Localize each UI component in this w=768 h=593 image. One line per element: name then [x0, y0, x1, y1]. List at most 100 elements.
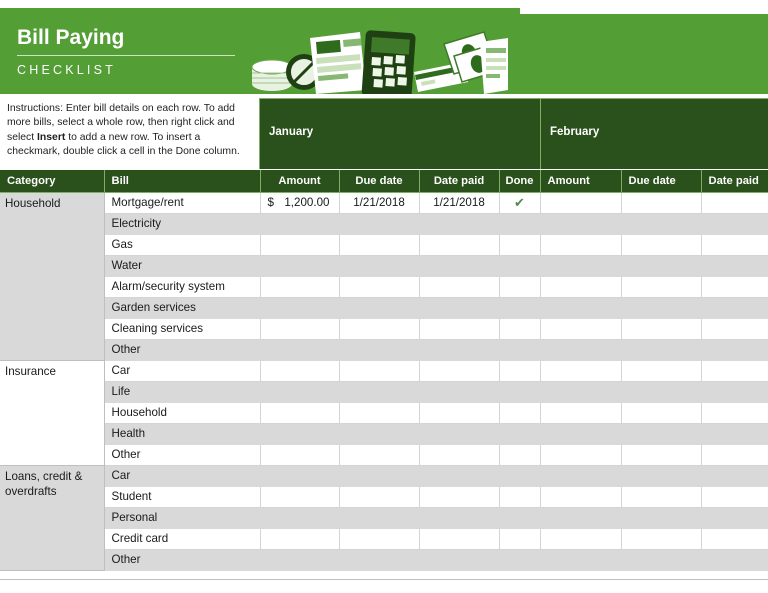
jan-date-paid-cell[interactable] — [419, 507, 500, 529]
jan-done-cell[interactable] — [499, 507, 541, 529]
bill-cell[interactable]: Car — [104, 465, 261, 487]
jan-amount-cell[interactable]: $1,200.00 — [260, 192, 340, 214]
jan-amount-cell[interactable] — [260, 549, 340, 571]
jan-amount-cell[interactable] — [260, 213, 340, 235]
feb-amount-cell[interactable] — [540, 402, 622, 424]
jan-amount-cell[interactable] — [260, 402, 340, 424]
jan-amount-cell[interactable] — [260, 318, 340, 340]
feb-amount-cell[interactable] — [540, 549, 622, 571]
feb-amount-cell[interactable] — [540, 192, 622, 214]
jan-due-date-cell[interactable] — [339, 255, 420, 277]
feb-date-paid-cell[interactable] — [701, 486, 768, 508]
jan-done-cell[interactable] — [499, 528, 541, 550]
jan-done-cell[interactable] — [499, 381, 541, 403]
column-header-jan-done[interactable]: Done — [499, 170, 541, 193]
column-header-feb-due-date[interactable]: Due date — [621, 170, 702, 193]
jan-date-paid-cell[interactable] — [419, 234, 500, 256]
feb-date-paid-cell[interactable] — [701, 276, 768, 298]
jan-done-cell[interactable] — [499, 318, 541, 340]
jan-date-paid-cell[interactable]: 1/21/2018 — [419, 192, 500, 214]
feb-due-date-cell[interactable] — [621, 192, 702, 214]
column-header-jan-amount[interactable]: Amount — [260, 170, 340, 193]
jan-due-date-cell[interactable] — [339, 297, 420, 319]
column-header-category[interactable]: Category — [0, 170, 105, 193]
jan-done-cell[interactable] — [499, 234, 541, 256]
category-cell[interactable]: Loans, credit & overdrafts — [0, 465, 105, 571]
jan-done-cell[interactable] — [499, 297, 541, 319]
feb-date-paid-cell[interactable] — [701, 423, 768, 445]
feb-date-paid-cell[interactable] — [701, 297, 768, 319]
jan-done-cell[interactable]: ✔ — [499, 192, 541, 214]
bill-cell[interactable]: Household — [104, 402, 261, 424]
bill-cell[interactable]: Other — [104, 339, 261, 361]
jan-amount-cell[interactable] — [260, 465, 340, 487]
feb-due-date-cell[interactable] — [621, 486, 702, 508]
jan-date-paid-cell[interactable] — [419, 402, 500, 424]
feb-amount-cell[interactable] — [540, 360, 622, 382]
jan-date-paid-cell[interactable] — [419, 339, 500, 361]
bill-cell[interactable]: Cleaning services — [104, 318, 261, 340]
bill-cell[interactable]: Mortgage/rent — [104, 192, 261, 214]
feb-date-paid-cell[interactable] — [701, 255, 768, 277]
jan-done-cell[interactable] — [499, 339, 541, 361]
feb-date-paid-cell[interactable] — [701, 234, 768, 256]
jan-date-paid-cell[interactable] — [419, 255, 500, 277]
bill-cell[interactable]: Other — [104, 444, 261, 466]
jan-done-cell[interactable] — [499, 486, 541, 508]
feb-amount-cell[interactable] — [540, 339, 622, 361]
jan-due-date-cell[interactable] — [339, 549, 420, 571]
feb-amount-cell[interactable] — [540, 234, 622, 256]
bill-cell[interactable]: Credit card — [104, 528, 261, 550]
feb-amount-cell[interactable] — [540, 444, 622, 466]
feb-due-date-cell[interactable] — [621, 318, 702, 340]
feb-due-date-cell[interactable] — [621, 507, 702, 529]
feb-due-date-cell[interactable] — [621, 549, 702, 571]
feb-due-date-cell[interactable] — [621, 444, 702, 466]
jan-amount-cell[interactable] — [260, 255, 340, 277]
column-header-feb-date-paid[interactable]: Date paid — [701, 170, 768, 193]
feb-date-paid-cell[interactable] — [701, 549, 768, 571]
feb-date-paid-cell[interactable] — [701, 381, 768, 403]
jan-due-date-cell[interactable] — [339, 276, 420, 298]
bill-cell[interactable]: Other — [104, 549, 261, 571]
feb-date-paid-cell[interactable] — [701, 360, 768, 382]
feb-amount-cell[interactable] — [540, 213, 622, 235]
feb-amount-cell[interactable] — [540, 297, 622, 319]
feb-amount-cell[interactable] — [540, 486, 622, 508]
feb-date-paid-cell[interactable] — [701, 528, 768, 550]
jan-due-date-cell[interactable] — [339, 486, 420, 508]
jan-date-paid-cell[interactable] — [419, 549, 500, 571]
jan-done-cell[interactable] — [499, 402, 541, 424]
feb-due-date-cell[interactable] — [621, 255, 702, 277]
column-header-bill[interactable]: Bill — [104, 170, 261, 193]
bill-cell[interactable]: Student — [104, 486, 261, 508]
feb-date-paid-cell[interactable] — [701, 507, 768, 529]
bill-cell[interactable]: Alarm/security system — [104, 276, 261, 298]
jan-due-date-cell[interactable] — [339, 465, 420, 487]
jan-amount-cell[interactable] — [260, 381, 340, 403]
feb-amount-cell[interactable] — [540, 528, 622, 550]
feb-date-paid-cell[interactable] — [701, 465, 768, 487]
feb-due-date-cell[interactable] — [621, 213, 702, 235]
jan-date-paid-cell[interactable] — [419, 297, 500, 319]
feb-date-paid-cell[interactable] — [701, 318, 768, 340]
jan-date-paid-cell[interactable] — [419, 360, 500, 382]
feb-due-date-cell[interactable] — [621, 234, 702, 256]
jan-date-paid-cell[interactable] — [419, 381, 500, 403]
jan-due-date-cell[interactable]: 1/21/2018 — [339, 192, 420, 214]
feb-amount-cell[interactable] — [540, 465, 622, 487]
bill-cell[interactable]: Life — [104, 381, 261, 403]
jan-date-paid-cell[interactable] — [419, 444, 500, 466]
feb-due-date-cell[interactable] — [621, 528, 702, 550]
jan-date-paid-cell[interactable] — [419, 528, 500, 550]
jan-amount-cell[interactable] — [260, 276, 340, 298]
jan-due-date-cell[interactable] — [339, 507, 420, 529]
column-header-jan-date-paid[interactable]: Date paid — [419, 170, 500, 193]
feb-due-date-cell[interactable] — [621, 381, 702, 403]
jan-done-cell[interactable] — [499, 549, 541, 571]
jan-amount-cell[interactable] — [260, 486, 340, 508]
jan-amount-cell[interactable] — [260, 297, 340, 319]
jan-due-date-cell[interactable] — [339, 444, 420, 466]
bill-cell[interactable]: Health — [104, 423, 261, 445]
feb-due-date-cell[interactable] — [621, 423, 702, 445]
